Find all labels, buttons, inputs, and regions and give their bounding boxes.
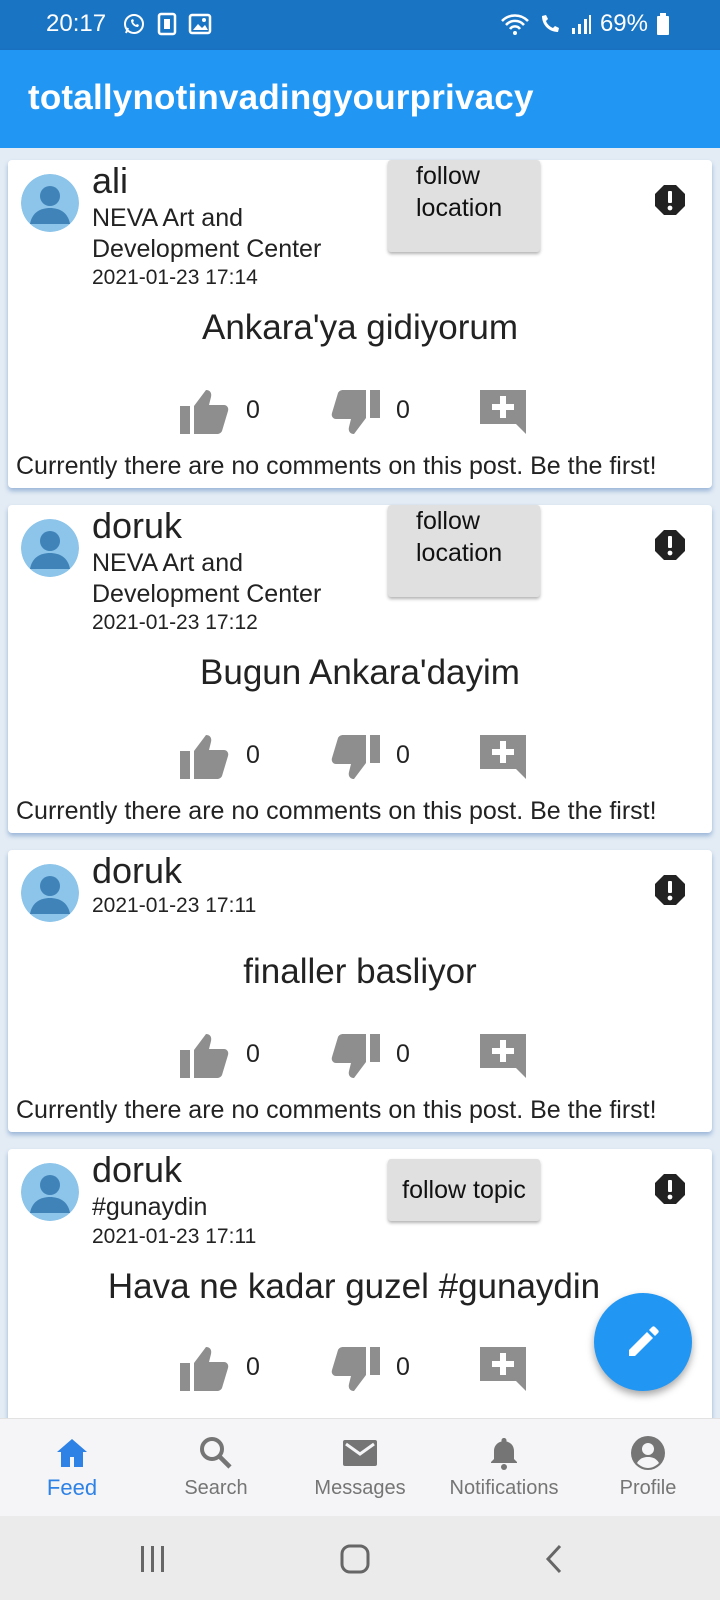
thumb-down-icon[interactable] [330, 1347, 380, 1393]
search-icon [200, 1437, 232, 1469]
nav-feed[interactable]: Feed [0, 1419, 144, 1517]
edit-pencil-icon [629, 1326, 659, 1356]
back-icon[interactable] [544, 1544, 564, 1574]
post-username[interactable]: doruk [92, 505, 182, 547]
dislike-count: 0 [396, 741, 410, 769]
signal-icon [571, 15, 591, 34]
account-icon [631, 1436, 665, 1470]
wifi-calling-icon [541, 15, 559, 32]
thumb-up-icon[interactable] [180, 1345, 230, 1391]
status-time: 20:17 [46, 10, 107, 37]
app-notification-icon [157, 12, 177, 36]
nav-label: Notifications [449, 1477, 559, 1499]
like-count: 0 [246, 1040, 260, 1068]
thumb-down-icon[interactable] [330, 735, 380, 781]
post-username[interactable]: ali [92, 160, 128, 202]
status-bar: 20:17 69% [0, 0, 720, 50]
nav-label: Messages [314, 1477, 406, 1499]
add-comment-icon[interactable] [480, 733, 526, 779]
avatar[interactable] [21, 864, 79, 922]
post-card: doruk #gunaydin 2021-01-23 17:11 follow … [8, 1149, 712, 1418]
app-title: totallynotinvadingyourprivacy [28, 78, 534, 117]
post-card: doruk 2021-01-23 17:11 finaller basliyor… [8, 850, 712, 1132]
post-timestamp: 2021-01-23 17:12 [92, 611, 258, 634]
nav-label: Search [184, 1477, 248, 1499]
post-card: doruk NEVA Art and Development Center 20… [8, 505, 712, 833]
home-icon [57, 1439, 87, 1467]
post-text: Bugun Ankara'dayim [200, 653, 520, 692]
nav-notifications[interactable]: Notifications [432, 1419, 576, 1517]
report-icon[interactable] [654, 1173, 686, 1205]
post-timestamp: 2021-01-23 17:14 [92, 266, 258, 289]
follow-topic-button[interactable]: follow topic [388, 1159, 540, 1221]
mail-icon [343, 1440, 377, 1466]
post-timestamp: 2021-01-23 17:11 [92, 1225, 257, 1248]
post-actions: 0 0 [8, 1032, 712, 1082]
nav-label: Feed [46, 1475, 98, 1500]
battery-icon [657, 13, 669, 35]
thumb-up-icon[interactable] [180, 733, 230, 779]
avatar[interactable] [21, 519, 79, 577]
post-username[interactable]: doruk [92, 850, 182, 892]
add-comment-icon[interactable] [480, 1345, 526, 1391]
battery-percent: 69% [599, 10, 648, 37]
post-card: ali NEVA Art and Development Center 2021… [8, 160, 712, 488]
post-actions: 0 0 [8, 388, 712, 438]
post-location[interactable]: NEVA Art and Development Center [92, 203, 352, 265]
avatar[interactable] [21, 1163, 79, 1221]
notification-icons [122, 12, 212, 36]
add-comment-icon[interactable] [480, 1032, 526, 1078]
wifi-icon [501, 14, 529, 35]
post-text: finaller basliyor [243, 952, 477, 991]
thumb-down-icon[interactable] [330, 390, 380, 436]
comments-status: Currently there are no comments on this … [16, 797, 657, 825]
report-icon[interactable] [654, 184, 686, 216]
post-text: Ankara'ya gidiyorum [202, 308, 518, 347]
thumb-up-icon[interactable] [180, 388, 230, 434]
post-timestamp: 2021-01-23 17:11 [92, 894, 257, 917]
comments-status: Currently there are no comments on this … [16, 452, 657, 480]
like-count: 0 [246, 396, 260, 424]
bell-icon [491, 1438, 517, 1470]
nav-search[interactable]: Search [144, 1419, 288, 1517]
nav-profile[interactable]: Profile [576, 1419, 720, 1517]
status-right: 69% [500, 10, 670, 38]
follow-location-button[interactable]: follow location [388, 160, 540, 252]
whatsapp-icon [124, 14, 144, 34]
post-username[interactable]: doruk [92, 1149, 182, 1191]
new-post-button[interactable] [594, 1293, 692, 1391]
like-count: 0 [246, 741, 260, 769]
recent-apps-icon[interactable] [138, 1544, 168, 1574]
dislike-count: 0 [396, 1353, 410, 1381]
avatar[interactable] [21, 174, 79, 232]
system-navigation-bar [0, 1516, 720, 1600]
bottom-navigation: Feed Search Messages Notifications Profi… [0, 1418, 720, 1517]
nav-messages[interactable]: Messages [288, 1419, 432, 1517]
thumb-down-icon[interactable] [330, 1034, 380, 1080]
dislike-count: 0 [396, 396, 410, 424]
feed-list[interactable]: ali NEVA Art and Development Center 2021… [0, 148, 720, 1418]
like-count: 0 [246, 1353, 260, 1381]
thumb-up-icon[interactable] [180, 1032, 230, 1078]
nav-label: Profile [619, 1477, 677, 1499]
add-comment-icon[interactable] [480, 388, 526, 434]
post-actions: 0 0 [8, 733, 712, 783]
image-icon [188, 13, 212, 35]
dislike-count: 0 [396, 1040, 410, 1068]
report-icon[interactable] [654, 529, 686, 561]
report-icon[interactable] [654, 874, 686, 906]
follow-location-button[interactable]: follow location [388, 505, 540, 597]
home-button-icon[interactable] [340, 1544, 370, 1574]
comments-status: Currently there are no comments on this … [16, 1096, 657, 1124]
app-bar: totallynotinvadingyourprivacy [0, 50, 720, 148]
post-topic[interactable]: #gunaydin [92, 1192, 352, 1223]
post-text: Hava ne kadar guzel #gunaydin [107, 1267, 601, 1306]
post-location[interactable]: NEVA Art and Development Center [92, 548, 352, 610]
